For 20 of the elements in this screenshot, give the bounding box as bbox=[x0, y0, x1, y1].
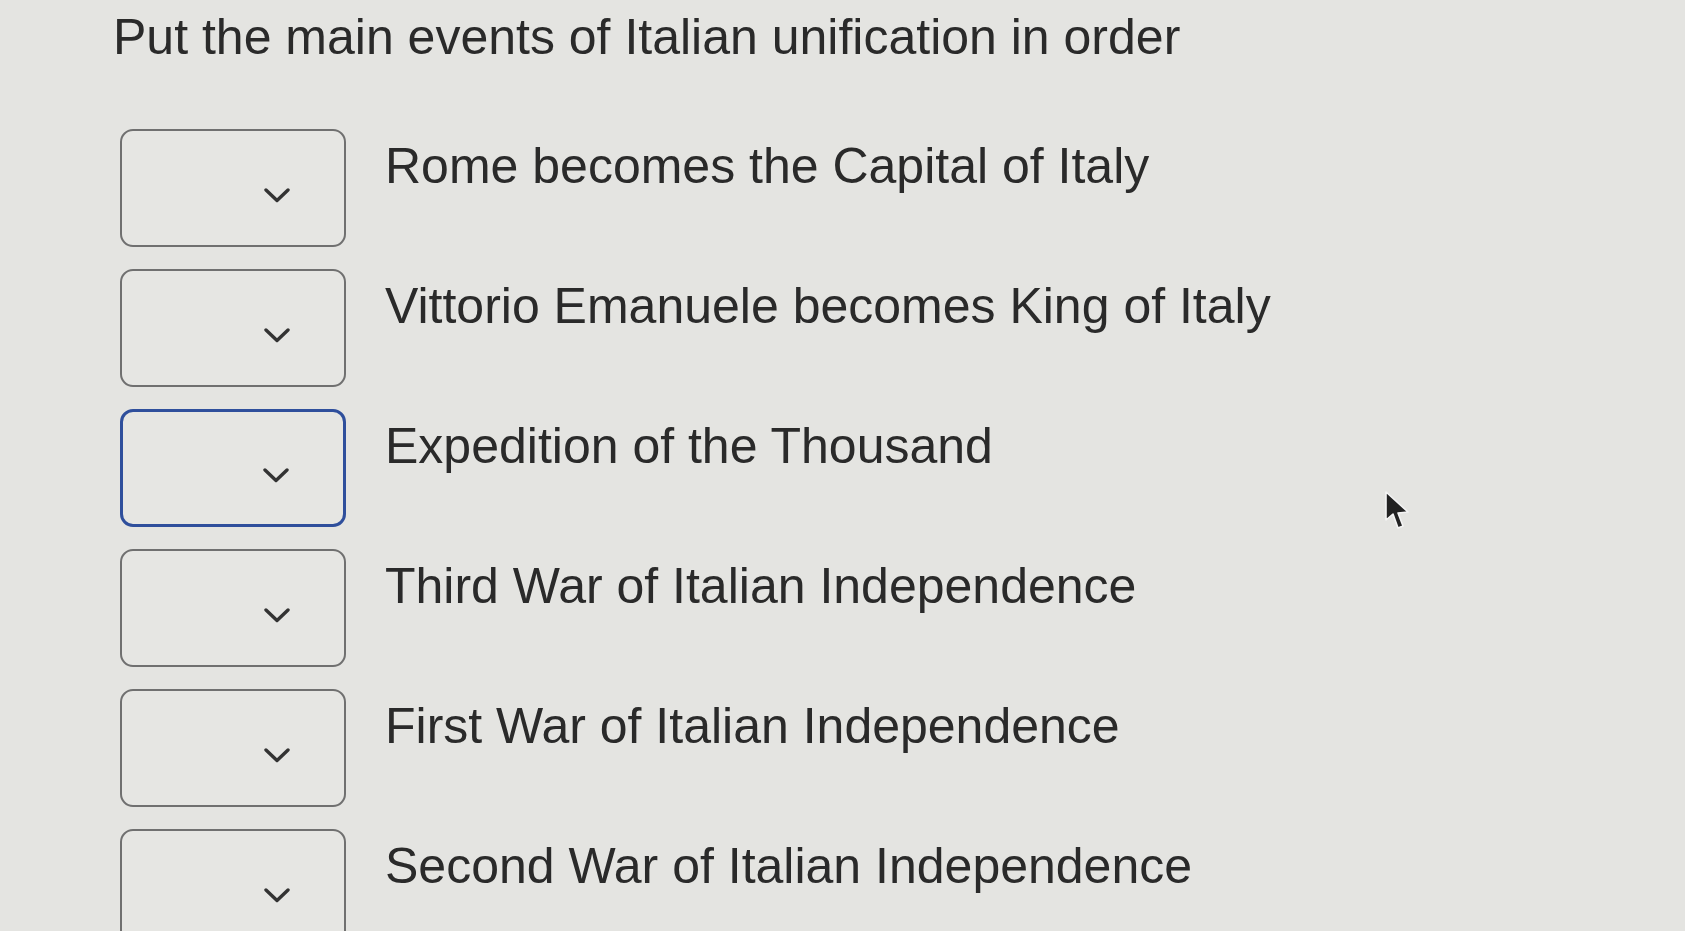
event-label: Third War of Italian Independence bbox=[385, 557, 1137, 616]
chevron-down-icon bbox=[263, 467, 289, 483]
event-label: First War of Italian Independence bbox=[385, 697, 1120, 756]
chevron-down-icon bbox=[264, 187, 290, 203]
mouse-pointer-icon bbox=[1384, 490, 1410, 531]
dropdown-select[interactable] bbox=[120, 409, 346, 527]
event-label: Second War of Italian Independence bbox=[385, 837, 1193, 896]
dropdown-select[interactable] bbox=[120, 689, 346, 807]
dropdown-select[interactable] bbox=[120, 549, 346, 667]
dropdown-select[interactable] bbox=[120, 129, 346, 247]
event-label: Rome becomes the Capital of Italy bbox=[385, 137, 1150, 196]
chevron-down-icon bbox=[264, 327, 290, 343]
dropdown-select[interactable] bbox=[120, 829, 346, 931]
dropdown-select[interactable] bbox=[120, 269, 346, 387]
question-title: Put the main events of Italian unification in order bbox=[113, 8, 1182, 67]
chevron-down-icon bbox=[264, 747, 290, 763]
chevron-down-icon bbox=[264, 887, 290, 903]
event-label: Expedition of the Thousand bbox=[385, 417, 993, 476]
event-label: Vittorio Emanuele becomes King of Italy bbox=[385, 277, 1271, 336]
chevron-down-icon bbox=[264, 607, 290, 623]
